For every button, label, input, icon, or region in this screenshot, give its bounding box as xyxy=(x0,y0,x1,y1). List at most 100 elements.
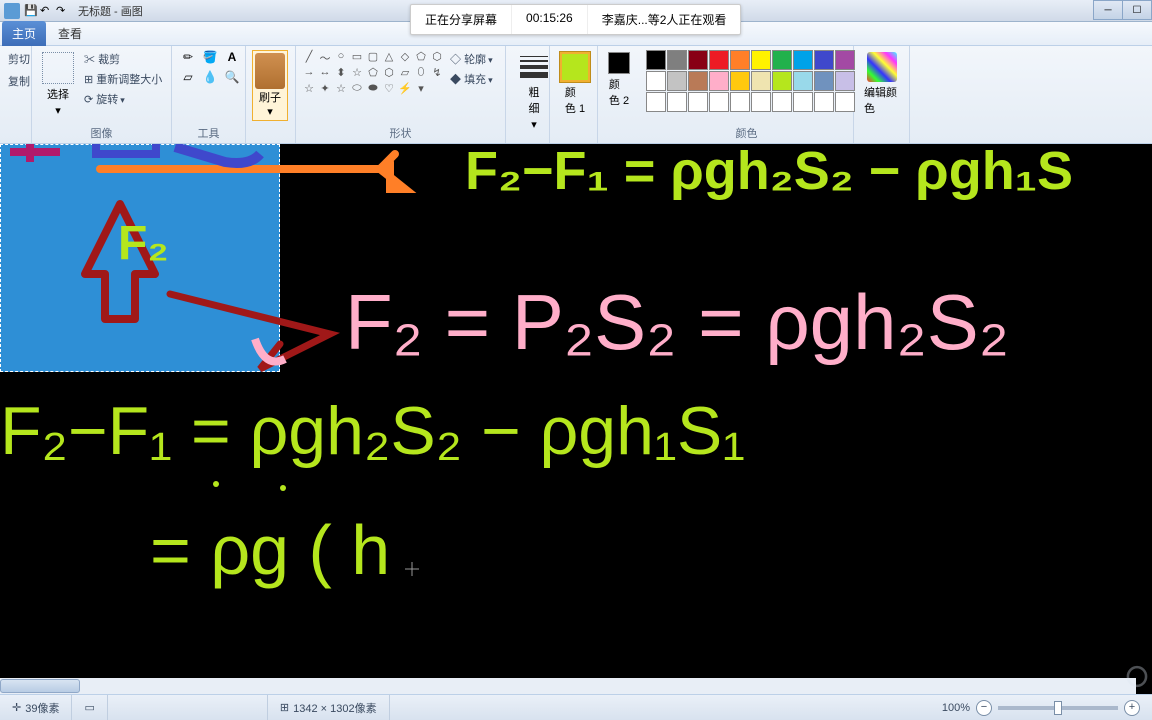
crop-button[interactable]: ✂ 裁剪 xyxy=(82,50,164,68)
palette-empty-slot[interactable] xyxy=(751,92,771,112)
palette-empty-slot[interactable] xyxy=(730,92,750,112)
svg-text:F₂−F₁ = ρgh₂S₂ − ρgh₁S₁: F₂−F₁ = ρgh₂S₂ − ρgh₁S₁ xyxy=(0,393,745,469)
group-color1: 颜 色 1 xyxy=(550,46,598,143)
group-label-colors: 颜色 xyxy=(640,125,853,141)
palette-empty-slot[interactable] xyxy=(772,92,792,112)
palette-color[interactable] xyxy=(730,50,750,70)
tab-home[interactable]: 主页 xyxy=(2,21,46,46)
brush-icon xyxy=(255,53,285,89)
pencil-icon[interactable]: ✏ xyxy=(178,50,198,68)
palette-color[interactable] xyxy=(667,71,687,91)
select-button[interactable]: 选择 ▾ xyxy=(38,50,78,119)
zoom-out-button[interactable]: − xyxy=(976,700,992,716)
chevron-down-icon: ▾ xyxy=(267,105,273,118)
eraser-icon[interactable]: ▱ xyxy=(178,70,198,88)
quick-access: 💾 ↶ ↷ xyxy=(24,4,70,18)
picker-icon[interactable]: 💧 xyxy=(200,70,220,88)
group-label-tools: 工具 xyxy=(172,125,245,141)
fill-button[interactable]: ◆ 填充 xyxy=(448,70,495,88)
group-edit-colors: 编辑颜色 xyxy=(854,46,910,143)
status-selection: ▭ xyxy=(72,695,107,720)
zoom-in-button[interactable]: + xyxy=(1124,700,1140,716)
palette-empty-slot[interactable] xyxy=(688,92,708,112)
color1-button[interactable]: 颜 色 1 xyxy=(556,50,594,118)
chevron-down-icon: ▾ xyxy=(55,104,61,117)
zoom-thumb[interactable] xyxy=(1054,701,1062,715)
minimize-button[interactable]: ─ xyxy=(1093,0,1123,20)
group-tools: ✏ 🪣 A ▱ 💧 🔍 工具 xyxy=(172,46,246,143)
outline-button[interactable]: ◇ 轮廓 xyxy=(448,50,495,68)
palette-color[interactable] xyxy=(709,71,729,91)
palette-color[interactable] xyxy=(751,71,771,91)
zoom-level: 100% xyxy=(942,702,970,714)
horizontal-scrollbar[interactable] xyxy=(0,678,1136,694)
tool-palette: ✏ 🪣 A ▱ 💧 🔍 xyxy=(178,50,242,88)
copy-button[interactable]: 复制 xyxy=(6,72,32,90)
palette-color[interactable] xyxy=(667,50,687,70)
palette-color[interactable] xyxy=(835,50,855,70)
palette-color[interactable] xyxy=(814,71,834,91)
zoom-icon[interactable]: 🔍 xyxy=(222,70,242,88)
palette-empty-slot[interactable] xyxy=(646,92,666,112)
palette-color[interactable] xyxy=(751,50,771,70)
window-controls: ─ ☐ xyxy=(1094,0,1152,20)
palette-empty-slot[interactable] xyxy=(793,92,813,112)
resize-button[interactable]: ⊞ 重新调整大小 xyxy=(82,70,164,88)
viewers-label: 李嘉庆...等2人正在观看 xyxy=(588,5,741,34)
palette-empty-slot[interactable] xyxy=(709,92,729,112)
palette-color[interactable] xyxy=(709,50,729,70)
palette-color[interactable] xyxy=(688,50,708,70)
palette-color[interactable] xyxy=(772,71,792,91)
color-palette-custom xyxy=(646,92,855,112)
tab-view[interactable]: 查看 xyxy=(46,21,94,46)
palette-color[interactable] xyxy=(646,71,666,91)
select-icon xyxy=(42,52,74,84)
palette-color[interactable] xyxy=(646,50,666,70)
scrollbar-thumb[interactable] xyxy=(0,679,80,693)
maximize-button[interactable]: ☐ xyxy=(1122,0,1152,20)
save-icon[interactable]: 💾 xyxy=(24,4,38,18)
group-shapes: ╱〜○▭▢△◇⬠⬡ →↔⬍☆⬠⬡▱⬯↯ ☆✦☆⬭⬬♡⚡▾ ◇ 轮廓 ◆ 填充 形… xyxy=(296,46,506,143)
status-zoom: 100% − + xyxy=(942,700,1152,716)
undo-icon[interactable]: ↶ xyxy=(40,4,54,18)
screen-share-banner: 正在分享屏幕 00:15:26 李嘉庆...等2人正在观看 xyxy=(410,4,741,35)
group-clipboard: 剪切 复制 xyxy=(0,46,32,143)
statusbar: ✛ 39像素 ▭ ⊞ 1342 × 1302像素 100% − + xyxy=(0,694,1152,720)
redo-icon[interactable]: ↷ xyxy=(56,4,70,18)
palette-empty-slot[interactable] xyxy=(667,92,687,112)
palette-color[interactable] xyxy=(814,50,834,70)
group-label-image: 图像 xyxy=(32,125,171,141)
chevron-down-icon: ▾ xyxy=(531,118,537,131)
app-icon[interactable] xyxy=(4,3,20,19)
rotate-button[interactable]: ⟳ 旋转 xyxy=(82,90,164,108)
shapes-gallery[interactable]: ╱〜○▭▢△◇⬠⬡ →↔⬍☆⬠⬡▱⬯↯ ☆✦☆⬭⬬♡⚡▾ xyxy=(302,50,444,96)
palette-empty-slot[interactable] xyxy=(814,92,834,112)
palette-color[interactable] xyxy=(688,71,708,91)
status-dimensions: ⊞ 1342 × 1302像素 xyxy=(268,695,390,720)
palette-color[interactable] xyxy=(835,71,855,91)
svg-text:= ρg ( h: = ρg ( h xyxy=(150,511,390,589)
bucket-icon[interactable]: 🪣 xyxy=(200,50,220,68)
palette-color[interactable] xyxy=(730,71,750,91)
zoom-slider[interactable] xyxy=(998,706,1118,710)
ribbon: 剪切 复制 选择 ▾ ✂ 裁剪 ⊞ 重新调整大小 ⟳ 旋转 图像 ✏ 🪣 A ▱… xyxy=(0,46,1152,144)
color2-swatch xyxy=(608,52,630,74)
palette-empty-slot[interactable] xyxy=(835,92,855,112)
edit-colors-button[interactable]: 编辑颜色 xyxy=(860,50,903,118)
group-label-shapes: 形状 xyxy=(296,125,505,141)
group-palette: 颜色 xyxy=(640,46,854,143)
color1-swatch xyxy=(560,52,590,82)
group-image: 选择 ▾ ✂ 裁剪 ⊞ 重新调整大小 ⟳ 旋转 图像 xyxy=(32,46,172,143)
cut-button[interactable]: 剪切 xyxy=(6,50,32,68)
palette-color[interactable] xyxy=(793,50,813,70)
palette-color[interactable] xyxy=(793,71,813,91)
brush-button[interactable]: 刷子 ▾ xyxy=(252,50,288,121)
group-brush: 刷子 ▾ xyxy=(246,46,296,143)
palette-color[interactable] xyxy=(772,50,792,70)
group-color2: 颜 色 2 xyxy=(598,46,640,143)
text-icon[interactable]: A xyxy=(222,50,242,68)
canvas[interactable]: F₂−F₁ = ρgh₂S₂ − ρgh₁S F₂ F₂ = P₂S₂ = ρg… xyxy=(0,144,1152,694)
color-palette xyxy=(646,50,855,91)
color2-button[interactable]: 颜 色 2 xyxy=(604,50,634,110)
rainbow-icon xyxy=(867,52,897,82)
